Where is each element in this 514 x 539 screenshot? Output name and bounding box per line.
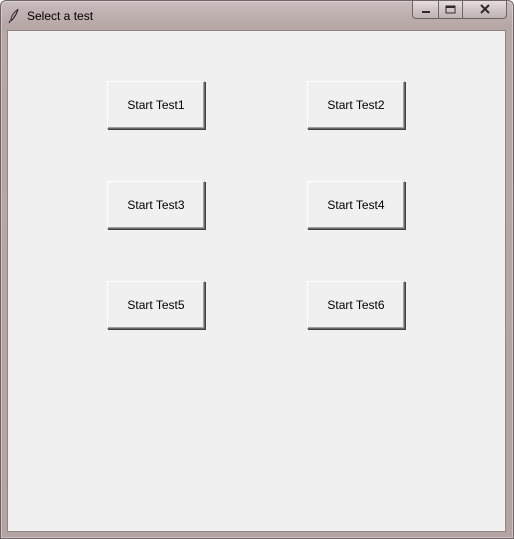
app-window: Select a test Start Test1 Start Test2 St… [0, 0, 514, 539]
start-test5-button[interactable]: Start Test5 [107, 281, 205, 329]
window-title: Select a test [27, 9, 94, 23]
title-bar[interactable]: Select a test [1, 1, 513, 29]
start-test2-button[interactable]: Start Test2 [307, 81, 405, 129]
start-test3-button[interactable]: Start Test3 [107, 181, 205, 229]
start-test6-button[interactable]: Start Test6 [307, 281, 405, 329]
start-test1-button[interactable]: Start Test1 [107, 81, 205, 129]
feather-icon[interactable] [8, 8, 20, 24]
minimize-icon [421, 1, 431, 19]
close-button[interactable] [463, 1, 507, 19]
client-area: Start Test1 Start Test2 Start Test3 Star… [7, 30, 506, 532]
maximize-icon [445, 1, 456, 19]
minimize-button[interactable] [412, 1, 438, 19]
maximize-button[interactable] [438, 1, 463, 19]
window-controls [412, 1, 507, 20]
close-icon [479, 1, 491, 19]
start-test4-button[interactable]: Start Test4 [307, 181, 405, 229]
